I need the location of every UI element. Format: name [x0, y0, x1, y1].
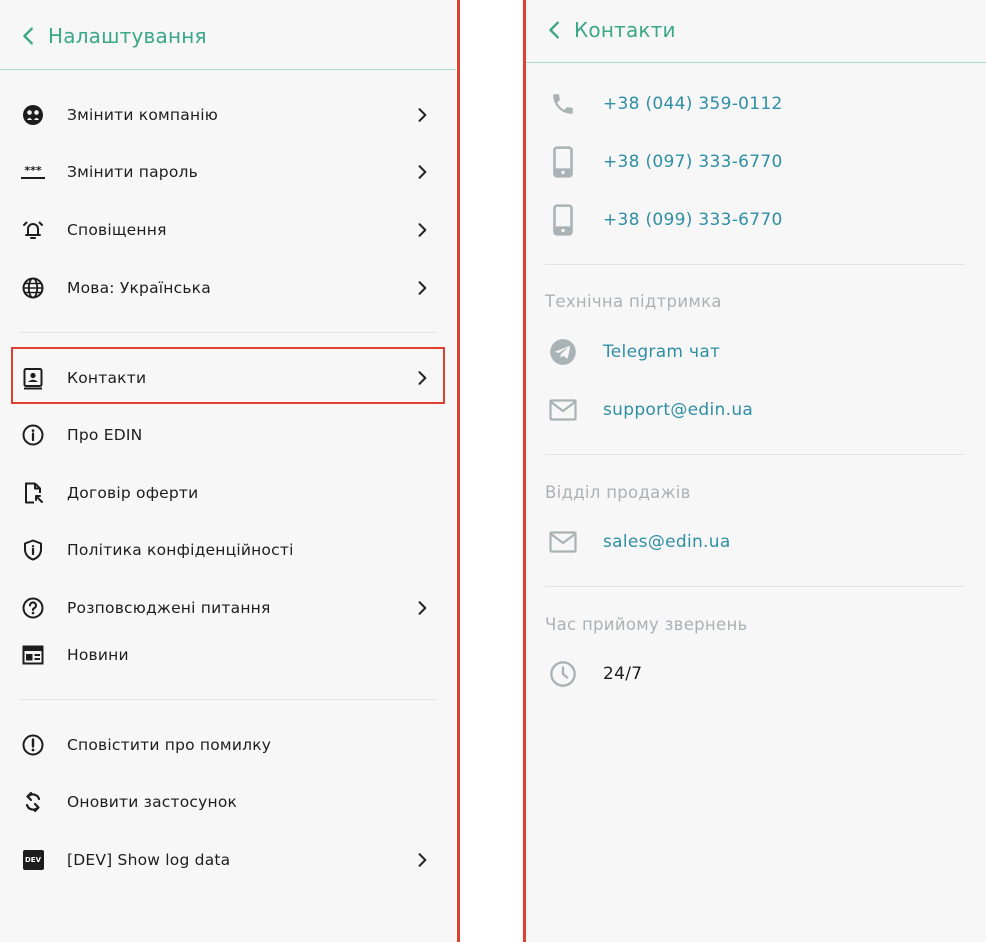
contacts-header: Контакти — [526, 0, 986, 63]
settings-panel: Налаштування Змінити компанію *** Змінит… — [0, 0, 456, 942]
section-divider — [545, 264, 964, 265]
section-divider — [545, 454, 964, 455]
document-icon — [20, 480, 46, 506]
menu-item-change-password[interactable]: *** Змінити пароль — [20, 152, 436, 192]
menu-item-privacy-policy[interactable]: Політика конфіденційності — [20, 530, 436, 570]
phone-link[interactable]: +38 (097) 333-6770 — [603, 152, 783, 172]
contacts-title: Контакти — [574, 18, 676, 42]
contacts-back-button[interactable]: Контакти — [544, 18, 676, 42]
dev-badge-icon: DEV — [20, 847, 46, 873]
menu-divider — [20, 332, 436, 333]
chevron-left-icon — [549, 21, 559, 39]
password-icon: *** — [20, 159, 46, 185]
contact-hours-row: 24/7 — [548, 654, 968, 694]
support-email-link[interactable]: support@edin.ua — [603, 400, 753, 420]
mail-icon — [548, 527, 578, 557]
phone-link[interactable]: +38 (099) 333-6770 — [603, 210, 783, 230]
menu-item-label: Договір оферти — [67, 484, 199, 502]
menu-item-label: Змінити пароль — [67, 163, 198, 181]
sales-email-link[interactable]: sales@edin.ua — [603, 532, 731, 552]
menu-item-change-company[interactable]: Змінити компанію — [20, 95, 436, 135]
menu-item-news[interactable]: Новини — [20, 635, 436, 675]
menu-item-label: Про EDIN — [67, 426, 143, 444]
menu-item-label: Новини — [67, 646, 129, 664]
settings-header: Налаштування — [0, 0, 456, 70]
mobile-phone-icon — [548, 204, 578, 236]
sync-icon — [20, 789, 46, 815]
chevron-right-icon — [418, 853, 427, 867]
company-switch-icon — [20, 102, 46, 128]
hours-value: 24/7 — [603, 664, 643, 684]
section-divider — [545, 586, 964, 587]
support-heading: Технічна підтримка — [545, 292, 722, 311]
menu-item-label: Оновити застосунок — [67, 793, 238, 811]
menu-item-update-app[interactable]: Оновити застосунок — [20, 782, 436, 822]
chevron-right-icon — [418, 223, 427, 237]
newspaper-icon — [20, 642, 46, 668]
info-icon — [20, 422, 46, 448]
menu-item-notifications[interactable]: Сповіщення — [20, 210, 436, 250]
contacts-panel: Контакти +38 (044) 359-0112 +38 (097) 33… — [526, 0, 986, 942]
question-icon — [20, 595, 46, 621]
contact-phone-row: +38 (044) 359-0112 — [548, 84, 968, 124]
contact-sales-email-row: sales@edin.ua — [548, 522, 968, 562]
mobile-phone-icon — [548, 146, 578, 178]
alert-circle-icon — [20, 732, 46, 758]
menu-item-about[interactable]: Про EDIN — [20, 415, 436, 455]
menu-item-label: Політика конфіденційності — [67, 541, 294, 559]
hours-heading: Час прийому звернень — [545, 615, 748, 634]
chevron-right-icon — [418, 165, 427, 179]
contact-support-email-row: support@edin.ua — [548, 390, 968, 430]
chevron-right-icon — [418, 108, 427, 122]
settings-back-button[interactable]: Налаштування — [18, 24, 207, 48]
menu-item-offer-agreement[interactable]: Договір оферти — [20, 473, 436, 513]
contacts-highlight-frame — [11, 347, 445, 404]
menu-item-label: Розповсюджені питання — [67, 599, 271, 617]
alarm-bell-icon — [20, 217, 46, 243]
telegram-link[interactable]: Telegram чат — [603, 342, 720, 362]
contact-telegram-row: Telegram чат — [548, 332, 968, 372]
telegram-icon — [548, 337, 578, 367]
settings-title: Налаштування — [48, 24, 207, 48]
mail-icon — [548, 395, 578, 425]
menu-divider — [20, 699, 436, 700]
chevron-right-icon — [418, 281, 427, 295]
menu-item-language[interactable]: Мова: Українська — [20, 268, 436, 308]
phone-icon — [548, 89, 578, 119]
chevron-left-icon — [23, 27, 33, 45]
menu-item-label: Сповіщення — [67, 221, 167, 239]
contact-phone-row: +38 (097) 333-6770 — [548, 142, 968, 182]
menu-item-label: Сповістити про помилку — [67, 736, 272, 754]
menu-item-label: [DEV] Show log data — [67, 851, 231, 869]
sales-heading: Відділ продажів — [545, 483, 691, 502]
menu-item-dev-log[interactable]: DEV [DEV] Show log data — [20, 840, 436, 880]
clock-icon — [548, 659, 578, 689]
menu-item-label: Змінити компанію — [67, 106, 219, 124]
phone-link[interactable]: +38 (044) 359-0112 — [603, 94, 783, 114]
menu-item-label: Мова: Українська — [67, 279, 211, 297]
chevron-right-icon — [418, 601, 427, 615]
shield-info-icon — [20, 537, 46, 563]
separator-line — [457, 0, 460, 942]
menu-item-report-bug[interactable]: Сповістити про помилку — [20, 725, 436, 765]
menu-item-faq[interactable]: Розповсюджені питання — [20, 588, 436, 628]
globe-icon — [20, 275, 46, 301]
contact-phone-row: +38 (099) 333-6770 — [548, 200, 968, 240]
